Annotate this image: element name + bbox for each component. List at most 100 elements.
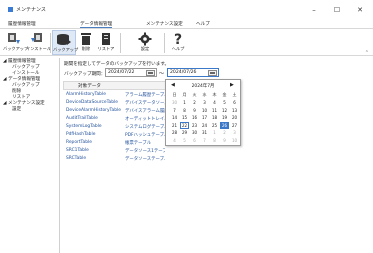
calendar-day[interactable]: 7 [170,107,179,114]
calendar-day[interactable]: 19 [220,114,229,121]
calendar-day[interactable]: 26 [220,121,229,129]
table-cell-name: DeviceDataSourceTable [66,100,118,105]
calendar-day[interactable]: 21 [170,122,179,129]
ribbon-separator [164,33,165,53]
window-title: メンテナンス [16,7,46,13]
navigation-tree: ◢ 履歴情報管理 バックアップ インストール ◢ データ情報管理 バックアップ … [0,58,60,253]
column-header-target-data[interactable]: 対象データ [78,83,101,89]
calendar-weekday-header: 木 [212,92,217,97]
menu-maintenance-settings[interactable]: メンテナンス設定 [146,21,183,27]
calendar-day[interactable]: 8 [180,107,189,114]
history-install-label: インストール [26,46,52,51]
calendar-day[interactable]: 28 [170,129,179,136]
date-to-value: 2024/07/26 [170,70,197,75]
calendar-day[interactable]: 1 [180,99,189,106]
menu-data-management[interactable]: データ情報管理 [80,21,113,28]
calendar-day[interactable]: 6 [230,99,239,106]
calendar-day[interactable]: 14 [170,114,179,121]
calendar-day[interactable]: 16 [190,114,199,121]
ribbon-collapse-icon[interactable]: ⌃ [365,50,369,56]
calendar-weekday-header: 火 [192,92,197,97]
settings-button[interactable]: 設定 [134,30,156,55]
calendar-day[interactable]: 30 [170,99,179,106]
table-cell-description: オーディットトレイル [125,117,165,122]
restore-button[interactable]: リストア [96,30,116,55]
calendar-day[interactable]: 8 [210,137,219,144]
calendar-icon[interactable] [208,70,217,76]
calendar-day[interactable]: 13 [230,107,239,114]
calendar-day[interactable]: 18 [210,114,219,121]
calendar-icon[interactable] [146,70,155,76]
date-range-separator: ～ [159,71,165,77]
help-button[interactable]: ? ヘルプ [168,30,188,55]
calendar-day[interactable]: 9 [190,107,199,114]
calendar-day[interactable]: 23 [190,122,199,129]
table-cell-name: SystemLogTable [66,124,102,129]
menu-help[interactable]: ヘルプ [196,21,210,27]
calendar-day[interactable]: 4 [170,137,179,144]
calendar-day[interactable]: 30 [190,129,199,136]
calendar-day[interactable]: 24 [200,122,209,129]
app-icon [8,7,13,12]
calendar-day[interactable]: 2 [220,129,229,136]
date-from-field[interactable]: 2024/07/22 [105,68,157,77]
calendar-day[interactable]: 31 [200,129,209,136]
calendar-day[interactable]: 10 [200,107,209,114]
calendar-day[interactable]: 22 [180,121,189,129]
calendar-day[interactable]: 15 [180,114,189,121]
calendar-day[interactable]: 3 [230,129,239,136]
restore-icon [102,33,110,45]
table-cell-description: デバイスデータソース [125,101,165,106]
calendar-day[interactable]: 3 [200,99,209,106]
ribbon-separator [120,33,121,53]
calendar-day[interactable]: 17 [200,114,209,121]
tree-item-settings[interactable]: 設定 [12,107,21,113]
calendar-day[interactable]: 9 [220,137,229,144]
history-backup-label: バックアップ [3,46,29,51]
tree-node-maintenance-settings[interactable]: ◢ メンテナンス設定 [3,101,45,107]
settings-label: 設定 [140,46,150,51]
help-icon: ? [174,32,182,46]
calendar-day[interactable]: 10 [230,137,239,144]
date-to-field[interactable]: 2024/07/26 [167,68,219,77]
calendar-day[interactable]: 27 [230,122,239,129]
database-backup-icon [57,34,71,45]
ribbon-separator [50,33,51,53]
menu-history-management[interactable]: 履歴情報管理 [8,21,36,27]
ribbon-toolbar: バックアップ インストール バックアップ 削除 リストア 設定 ? ヘルプ ⌃ [0,29,373,56]
calendar-day[interactable]: 11 [210,107,219,114]
calendar-next-month-button[interactable]: ▶ [230,82,234,88]
calendar-weekday-header: 水 [202,92,207,97]
table-cell-name: SRC1Table [66,148,89,153]
table-row[interactable]: SRCTable データソーステーブル [63,155,206,163]
calendar-day[interactable]: 12 [220,107,229,114]
history-install-button[interactable]: インストール [26,30,52,55]
close-button[interactable]: ✕ [351,4,369,16]
date-from-value: 2024/07/22 [108,70,135,75]
minimize-button[interactable]: – [305,4,323,16]
calendar-day[interactable]: 7 [200,137,209,144]
svg-text:?: ? [174,32,182,46]
table-cell-description: デバイスアラーム履歴 [125,109,165,114]
calendar-day[interactable]: 4 [210,99,219,106]
delete-button[interactable]: 削除 [78,30,94,55]
title-bar: メンテナンス – ☐ ✕ [0,0,373,20]
calendar-day[interactable]: 25 [210,122,219,129]
calendar-day[interactable]: 20 [230,114,239,121]
backup-period-label: バックアップ期間： [64,72,106,77]
table-row[interactable]: SRC1Table データソース1テーブル [63,147,206,155]
calendar-day[interactable]: 5 [220,99,229,106]
calendar-day[interactable]: 29 [180,129,189,136]
calendar-prev-month-button[interactable]: ◀ [171,82,175,88]
data-backup-button[interactable]: バックアップ [52,30,78,55]
table-cell-name: AlarmHistoryTable [66,92,106,97]
calendar-day[interactable]: 5 [180,137,189,144]
calendar-day[interactable]: 6 [190,137,199,144]
history-backup-button[interactable]: バックアップ [3,30,29,55]
calendar-month-title[interactable]: 2024年7月 [188,83,218,89]
delete-label: 削除 [81,46,91,51]
table-cell-description: 帳票テーブル [125,141,152,146]
calendar-day[interactable]: 2 [190,99,199,106]
maximize-button[interactable]: ☐ [328,4,346,16]
calendar-day[interactable]: 1 [210,129,219,136]
